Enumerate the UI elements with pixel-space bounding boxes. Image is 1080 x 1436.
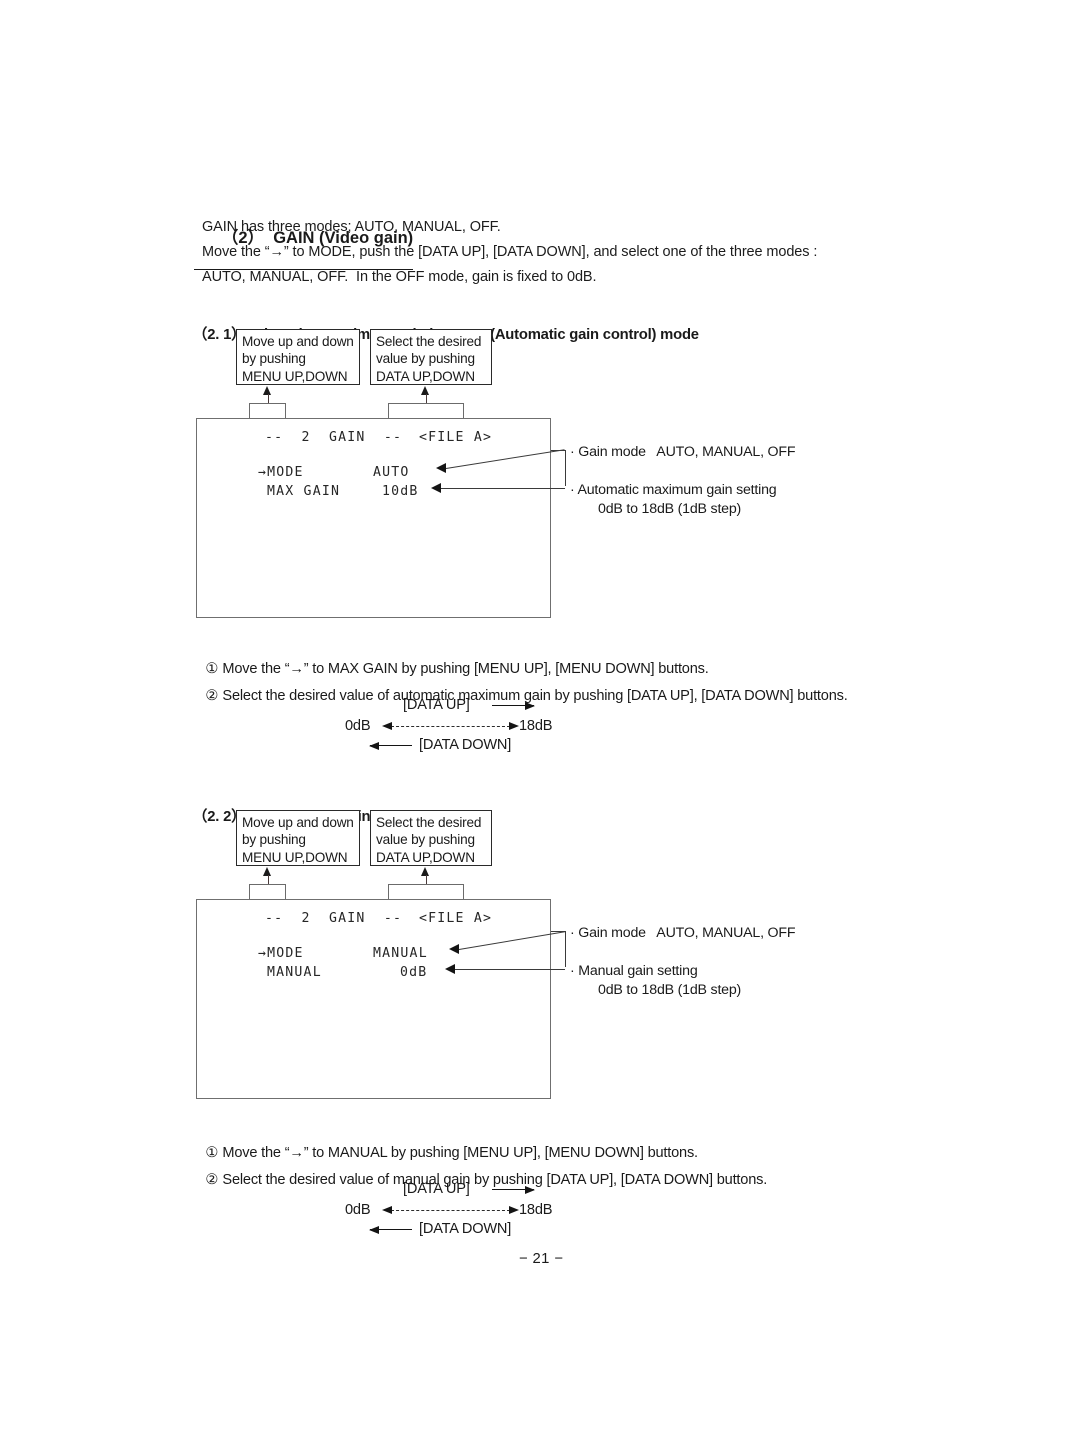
- page-number: − 21 −: [519, 1251, 564, 1267]
- annotation-tick-gainmode-manual: [551, 931, 565, 932]
- range-min-label-manual: 0dB: [345, 1202, 371, 1218]
- callout-line-2: value by pushing: [376, 832, 475, 848]
- osd-row1-label-manual: →MODE: [258, 946, 304, 961]
- callout-menu-updown-manual: Move up and down by pushing MENU UP,DOWN: [236, 810, 360, 866]
- connector-tab-menu-manual: [249, 884, 286, 900]
- connector-tab-data-auto: [388, 403, 464, 419]
- callout-line-2: by pushing: [242, 351, 306, 367]
- step-text: Select the desired value of automatic ma…: [222, 688, 848, 704]
- annotation-arrowhead-maxgain-auto: [431, 483, 441, 493]
- range-span-arrow-auto: [382, 722, 519, 731]
- step-auto-2: ② Select the desired value of automatic m…: [190, 671, 848, 720]
- step-manual-2: ② Select the desired value of manual gain…: [190, 1155, 767, 1204]
- osd-title-left-manual: -- 2 GAIN --: [265, 911, 403, 926]
- range-max-label-manual: 18dB: [519, 1202, 553, 1218]
- callout-data-updown-auto: Select the desired value by pushing DATA…: [370, 329, 492, 385]
- range-max-label-auto: 18dB: [519, 718, 553, 734]
- annotation-arrowhead-manualgain: [445, 964, 455, 974]
- annotation-text-gainmode-auto: · Gain mode AUTO, MANUAL, OFF: [570, 444, 796, 460]
- callout-line-3: MENU UP,DOWN: [242, 368, 348, 384]
- annotation-line-maxgain-auto: [441, 488, 565, 489]
- range-min-label-auto: 0dB: [345, 718, 371, 734]
- callout-line-3: DATA UP,DOWN: [376, 849, 475, 865]
- callout-menu-updown-auto: Move up and down by pushing MENU UP,DOWN: [236, 329, 360, 385]
- callout-data-updown-manual: Select the desired value by pushing DATA…: [370, 810, 492, 866]
- range-down-label-manual: [DATA DOWN]: [419, 1221, 512, 1237]
- osd-row2-label-auto: MAX GAIN: [267, 484, 341, 499]
- annotation-tick-gainmode-auto: [551, 450, 565, 451]
- callout-line-1: Move up and down: [242, 334, 354, 349]
- osd-screen-auto: [196, 418, 551, 618]
- osd-row1-value-auto: AUTO: [373, 465, 410, 480]
- osd-row1-label-auto: →MODE: [258, 465, 304, 480]
- annotation-text-gainmode-manual: · Gain mode AUTO, MANUAL, OFF: [570, 925, 796, 941]
- annotation-arrowhead-gainmode-auto: [436, 463, 446, 473]
- callout-line-1: Select the desired: [376, 815, 482, 830]
- callout-line-2: by pushing: [242, 832, 306, 848]
- range-up-label-auto: [DATA UP]: [403, 697, 470, 713]
- callout-line-3: DATA UP,DOWN: [376, 368, 475, 384]
- callout-line-2: value by pushing: [376, 351, 475, 367]
- annotation-arrowhead-gainmode-manual: [449, 944, 459, 954]
- range-up-arrow-auto: [492, 701, 535, 710]
- range-up-arrow-manual: [492, 1185, 535, 1194]
- osd-row2-value-auto: 10dB: [382, 484, 419, 499]
- range-down-label-auto: [DATA DOWN]: [419, 737, 512, 753]
- osd-file-label-manual: <FILE A>: [419, 911, 493, 926]
- range-down-arrow-auto: [369, 741, 412, 750]
- step-number: ②: [205, 1172, 219, 1188]
- osd-row2-label-manual: MANUAL: [267, 965, 322, 980]
- connector-tab-menu-auto: [249, 403, 286, 419]
- document-page: （2） GAIN (Video gain) GAIN has three mod…: [0, 0, 1080, 1436]
- range-up-label-manual: [DATA UP]: [403, 1181, 470, 1197]
- osd-title-left-auto: -- 2 GAIN --: [265, 430, 403, 445]
- intro-line-3: AUTO, MANUAL, OFF. In the OFF mode, gain…: [202, 269, 597, 285]
- intro-line-2: Move the “→” to MODE, push the [DATA UP]…: [202, 244, 818, 260]
- osd-row2-value-manual: 0dB: [400, 965, 428, 980]
- osd-screen-manual: [196, 899, 551, 1099]
- connector-tab-data-manual: [388, 884, 464, 900]
- annotation-text-manualgain-2: 0dB to 18dB (1dB step): [598, 982, 742, 998]
- osd-row1-value-manual: MANUAL: [373, 946, 428, 961]
- osd-file-label-auto: <FILE A>: [419, 430, 493, 445]
- range-span-arrow-manual: [382, 1206, 519, 1215]
- annotation-stem-gainmode-auto: [565, 450, 566, 486]
- annotation-text-maxgain-auto-1: · Automatic maximum gain setting: [570, 482, 777, 498]
- annotation-text-maxgain-auto-2: 0dB to 18dB (1dB step): [598, 501, 742, 517]
- callout-line-1: Move up and down: [242, 815, 354, 830]
- annotation-line-manualgain: [455, 969, 565, 970]
- intro-line-1: GAIN has three modes; AUTO, MANUAL, OFF.: [202, 219, 501, 235]
- callout-line-3: MENU UP,DOWN: [242, 849, 348, 865]
- annotation-stem-gainmode-manual: [565, 931, 566, 967]
- step-number: ②: [205, 688, 219, 704]
- annotation-text-manualgain-1: · Manual gain setting: [570, 963, 698, 979]
- range-down-arrow-manual: [369, 1225, 412, 1234]
- callout-line-1: Select the desired: [376, 334, 482, 349]
- step-text: Select the desired value of manual gain …: [222, 1172, 768, 1188]
